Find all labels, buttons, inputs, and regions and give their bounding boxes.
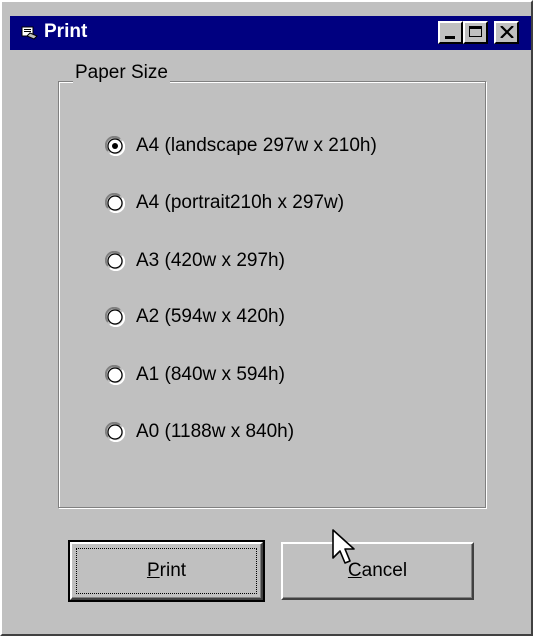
- paper-size-option-label: A4 (landscape 297w x 210h): [136, 135, 377, 156]
- paper-size-option[interactable]: A4 (portrait210h x 297w): [105, 188, 344, 218]
- printer-app-icon: [21, 26, 38, 40]
- cancel-button[interactable]: Cancel: [281, 542, 474, 600]
- radio-checked-icon[interactable]: [105, 136, 125, 156]
- radio-unchecked-icon[interactable]: [105, 193, 125, 213]
- paper-size-option-label: A2 (594w x 420h): [136, 306, 285, 327]
- print-button[interactable]: Print: [68, 540, 265, 602]
- paper-size-option-label: A1 (840w x 594h): [136, 364, 285, 385]
- paper-size-option-label: A4 (portrait210h x 297w): [136, 192, 345, 213]
- print-dialog-window: Print Paper Size A4 (landscape 297w x 21…: [0, 0, 533, 636]
- radio-unchecked-icon[interactable]: [105, 422, 125, 442]
- window-title: Print: [44, 21, 88, 42]
- close-button[interactable]: [494, 21, 519, 44]
- paper-size-option[interactable]: A2 (594w x 420h): [105, 302, 285, 332]
- title-bar[interactable]: Print: [10, 16, 531, 50]
- focus-rectangle: [76, 548, 257, 594]
- minimize-button[interactable]: [438, 21, 463, 44]
- paper-size-option[interactable]: A1 (840w x 594h): [105, 360, 285, 390]
- paper-size-group-label: Paper Size: [73, 62, 170, 84]
- paper-size-option[interactable]: A3 (420w x 297h): [105, 246, 285, 276]
- mouse-pointer-icon: [332, 529, 355, 564]
- close-icon: [500, 26, 514, 38]
- radio-unchecked-icon[interactable]: [105, 365, 125, 385]
- maximize-button[interactable]: [463, 21, 488, 44]
- paper-size-option-label: A0 (1188w x 840h): [136, 421, 295, 442]
- radio-unchecked-icon[interactable]: [105, 251, 125, 271]
- paper-size-option-label: A3 (420w x 297h): [136, 250, 285, 271]
- paper-size-option[interactable]: A4 (landscape 297w x 210h): [105, 131, 377, 161]
- radio-unchecked-icon[interactable]: [105, 307, 125, 327]
- paper-size-option[interactable]: A0 (1188w x 840h): [105, 417, 294, 447]
